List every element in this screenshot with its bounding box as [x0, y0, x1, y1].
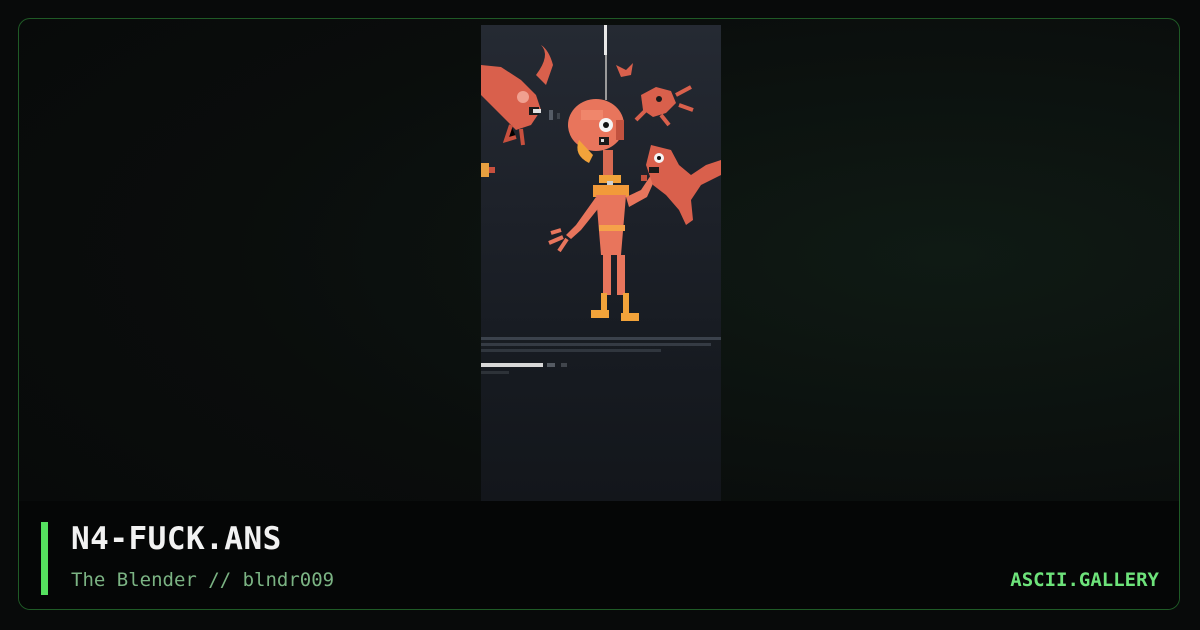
ansi-art-icon — [481, 25, 721, 374]
artwork-title: N4-FUCK.ANS — [71, 521, 282, 557]
accent-bar — [41, 522, 48, 595]
artwork-artist: The Blender // blndr009 — [71, 569, 335, 591]
preview-card: N4-FUCK.ANS The Blender // blndr009 ASCI… — [18, 18, 1180, 610]
site-brand-link[interactable]: ASCII.GALLERY — [1010, 569, 1159, 591]
artwork-image[interactable] — [481, 25, 721, 501]
caption-bar: N4-FUCK.ANS The Blender // blndr009 ASCI… — [19, 501, 1179, 609]
